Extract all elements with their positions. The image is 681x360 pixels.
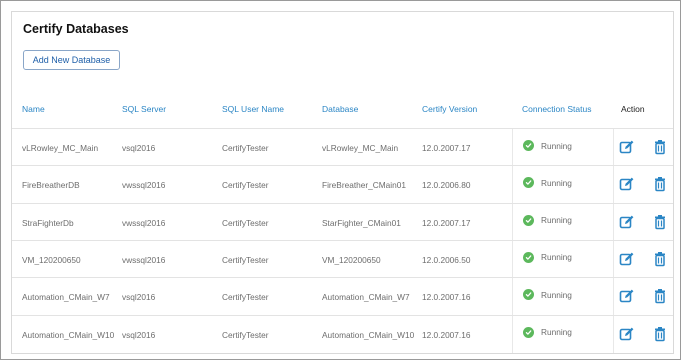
table-row: Automation_CMain_W7 vsql2016 CertifyTester… (12, 277, 673, 316)
column-header-certify-version[interactable]: Certify Version (422, 104, 477, 114)
cell-name: StraFighterDb (22, 217, 74, 228)
cell-sql-user-name: CertifyTester (222, 292, 269, 303)
cell-database: Automation_CMain_W10 (322, 329, 415, 340)
table-row: StraFighterDb vwssql2016 CertifyTester Star… (12, 202, 673, 241)
edit-icon[interactable] (619, 326, 635, 342)
check-circle-icon (523, 326, 534, 338)
status-text: Running (541, 215, 572, 226)
cell-sql-user-name: CertifyTester (222, 254, 269, 265)
cell-sql-user-name: CertifyTester (222, 329, 269, 340)
cell-sql-server: vsql2016 (122, 292, 156, 303)
check-circle-icon (523, 214, 534, 226)
status-badge: Running (523, 177, 572, 189)
column-header-connection-status[interactable]: Connection Status (522, 104, 591, 114)
cell-certify-version: 12.0.2007.17 (422, 217, 471, 228)
cell-sql-user-name: CertifyTester (222, 180, 269, 191)
column-header-sql-user-name[interactable]: SQL User Name (222, 104, 284, 114)
cell-sql-server: vwssql2016 (122, 254, 166, 265)
cell-database: Automation_CMain_W7 (322, 292, 410, 303)
status-badge: Running (523, 140, 572, 151)
cell-database: StarFighter_CMain01 (322, 217, 401, 228)
cell-database: vLRowley_MC_Main (322, 143, 399, 153)
cell-sql-server: vwssql2016 (122, 180, 166, 191)
column-header-sql-server[interactable]: SQL Server (122, 104, 166, 114)
cell-sql-server: vwssql2016 (122, 217, 166, 228)
edit-icon[interactable] (619, 139, 635, 155)
cell-certify-version: 12.0.2006.50 (422, 254, 471, 265)
column-header-database[interactable]: Database (322, 104, 358, 114)
edit-icon[interactable] (619, 251, 635, 267)
databases-panel: Certify Databases Add New Database Name … (11, 11, 674, 354)
cell-sql-user-name: CertifyTester (222, 217, 269, 228)
connection-status-cell: Running (512, 129, 614, 166)
window-frame: Certify Databases Add New Database Name … (0, 0, 681, 360)
trash-icon[interactable] (652, 326, 668, 342)
cell-name: Automation_CMain_W10 (22, 329, 115, 340)
table-row: VM_120200650 vwssql2016 CertifyTester VM_12… (12, 239, 673, 278)
column-header-name[interactable]: Name (22, 104, 45, 114)
check-circle-icon (523, 177, 534, 189)
table-row: Automation_CMain_W10 vsql2016 CertifyTeste… (12, 314, 673, 353)
status-badge: Running (523, 289, 572, 301)
cell-name: FireBreatherDB (22, 180, 80, 191)
status-text: Running (541, 177, 572, 188)
check-circle-icon (523, 251, 534, 263)
table-row: FireBreatherDB vwssql2016 CertifyTester Fir… (12, 165, 673, 204)
connection-status-cell: Running (512, 203, 614, 241)
check-circle-icon (523, 140, 534, 151)
cell-sql-user-name: CertifyTester (222, 143, 269, 153)
trash-icon[interactable] (652, 139, 668, 155)
connection-status-cell: Running (512, 315, 614, 353)
cell-database: VM_120200650 (322, 254, 381, 265)
connection-status-cell: Running (512, 166, 614, 204)
table-row: vLRowley_MC_Main vsql2016 CertifyTester vLR… (12, 128, 673, 166)
trash-icon[interactable] (652, 176, 668, 192)
cell-name: Automation_CMain_W7 (22, 292, 110, 303)
trash-icon[interactable] (652, 251, 668, 267)
cell-certify-version: 12.0.2006.80 (422, 180, 471, 191)
cell-name: VM_120200650 (22, 254, 81, 265)
cell-certify-version: 12.0.2007.16 (422, 292, 471, 303)
status-text: Running (541, 252, 572, 263)
cell-database: FireBreather_CMain01 (322, 180, 406, 191)
cell-certify-version: 12.0.2007.16 (422, 329, 471, 340)
trash-icon[interactable] (652, 288, 668, 304)
check-circle-icon (523, 289, 534, 301)
page-title: Certify Databases (23, 22, 129, 36)
add-new-database-button[interactable]: Add New Database (23, 50, 120, 70)
status-badge: Running (523, 326, 572, 338)
connection-status-cell: Running (512, 278, 614, 316)
column-header-action: Action (621, 104, 645, 114)
edit-icon[interactable] (619, 288, 635, 304)
status-text: Running (541, 289, 572, 300)
cell-certify-version: 12.0.2007.17 (422, 143, 471, 153)
trash-icon[interactable] (652, 214, 668, 230)
status-badge: Running (523, 251, 572, 263)
edit-icon[interactable] (619, 214, 635, 230)
cell-name: vLRowley_MC_Main (22, 143, 99, 153)
edit-icon[interactable] (619, 176, 635, 192)
status-text: Running (541, 327, 572, 337)
cell-sql-server: vsql2016 (122, 143, 156, 153)
status-text: Running (541, 140, 572, 151)
cell-sql-server: vsql2016 (122, 329, 156, 340)
connection-status-cell: Running (512, 240, 614, 278)
status-badge: Running (523, 214, 572, 226)
